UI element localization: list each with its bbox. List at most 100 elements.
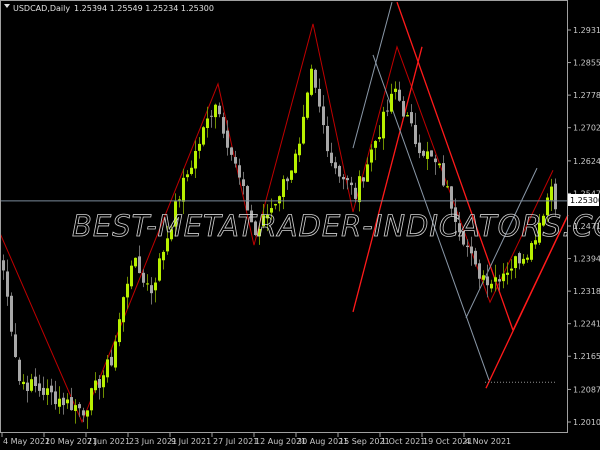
candle-body (518, 253, 521, 264)
candle-body (410, 112, 413, 124)
candle (522, 254, 525, 266)
candle-body (426, 151, 429, 159)
candle (162, 250, 165, 270)
candle-body (298, 143, 301, 156)
x-tick-label: 1 Oct 2021 (381, 437, 425, 446)
candle (30, 373, 33, 393)
candle (134, 257, 137, 268)
y-tick-label: 1.24710 (573, 222, 600, 231)
symbol-title: USDCAD,Daily (13, 4, 70, 13)
candle (338, 164, 341, 183)
candle-body (130, 265, 133, 287)
price-axis: 1.293151.285501.277851.270201.262401.254… (568, 26, 600, 427)
candle (66, 393, 69, 409)
candle-body (350, 182, 353, 186)
candle-body (274, 204, 277, 206)
y-tick-label: 1.20105 (573, 418, 600, 427)
candle-body (342, 177, 345, 180)
candle-body (338, 165, 341, 177)
candle-body (386, 110, 389, 112)
candle (510, 259, 513, 280)
candle (50, 378, 53, 405)
candle (202, 126, 205, 147)
candle (362, 176, 365, 188)
candle-body (110, 356, 113, 366)
y-tick-label: 1.29315 (573, 26, 600, 35)
candle-body (382, 111, 385, 139)
y-tick-label: 1.23945 (573, 255, 600, 264)
candle-body (194, 150, 197, 169)
candle-body (94, 380, 97, 391)
gray-channel-line (352, 1, 393, 149)
candle (54, 380, 57, 410)
candle-body (162, 251, 165, 261)
candle (318, 78, 321, 113)
candle-body (510, 268, 513, 271)
dropdown-triangle-icon[interactable] (4, 4, 10, 8)
candle (490, 279, 493, 293)
candle (190, 160, 193, 176)
candle-body (474, 250, 477, 265)
candle-body (26, 382, 29, 391)
candle-body (246, 186, 249, 211)
candle-body (294, 153, 297, 173)
candle (350, 176, 353, 195)
x-tick-label: 27 Jul 2021 (213, 437, 258, 446)
candle (138, 245, 141, 274)
candle (42, 376, 45, 401)
candle-body (198, 143, 201, 151)
candles (2, 64, 557, 429)
candle (150, 277, 153, 305)
candle-body (402, 101, 405, 117)
candle-body (190, 167, 193, 174)
candle (210, 110, 213, 128)
candle-body (34, 376, 37, 387)
candle-body (46, 388, 49, 395)
candle-body (450, 186, 453, 209)
candle-body (526, 257, 529, 260)
candle (14, 323, 17, 359)
y-tick-label: 1.23180 (573, 287, 600, 296)
candle-body (22, 381, 25, 385)
candle-body (306, 92, 309, 118)
candle-body (506, 272, 509, 275)
candle-body (478, 263, 481, 279)
candle-body (226, 130, 229, 148)
candle (502, 263, 505, 289)
candle-body (362, 177, 365, 182)
candle (106, 355, 109, 383)
candle-body (182, 177, 185, 202)
candle-body (54, 391, 57, 405)
candle (226, 120, 229, 156)
candle-body (354, 187, 357, 199)
candle-body (494, 277, 497, 282)
candle (86, 410, 89, 429)
current-price-label: 1.25300 (570, 196, 600, 205)
candle-body (38, 383, 41, 391)
candle-body (74, 405, 77, 411)
candle-body (138, 256, 141, 274)
candle (402, 96, 405, 118)
candle-body (154, 282, 157, 291)
candle (394, 81, 397, 100)
candle-body (210, 115, 213, 117)
candle (58, 386, 61, 414)
candle-body (242, 179, 245, 187)
candle (342, 174, 345, 190)
candle (518, 251, 521, 270)
candle (418, 134, 421, 159)
candle-body (158, 258, 161, 281)
candle-body (178, 199, 181, 201)
candle (158, 253, 161, 282)
candle (18, 357, 21, 385)
candle-body (486, 276, 489, 286)
price-chart[interactable]: BEST-METATRADER-INDICATORS.COM 1.29315 1.… (0, 0, 600, 450)
y-tick-label: 1.28550 (573, 59, 600, 68)
candle-body (390, 93, 393, 112)
candle-body (214, 104, 217, 118)
candle (74, 399, 77, 424)
candle-body (134, 257, 137, 267)
candle-body (222, 117, 225, 134)
candle (326, 116, 329, 158)
candle (198, 137, 201, 159)
